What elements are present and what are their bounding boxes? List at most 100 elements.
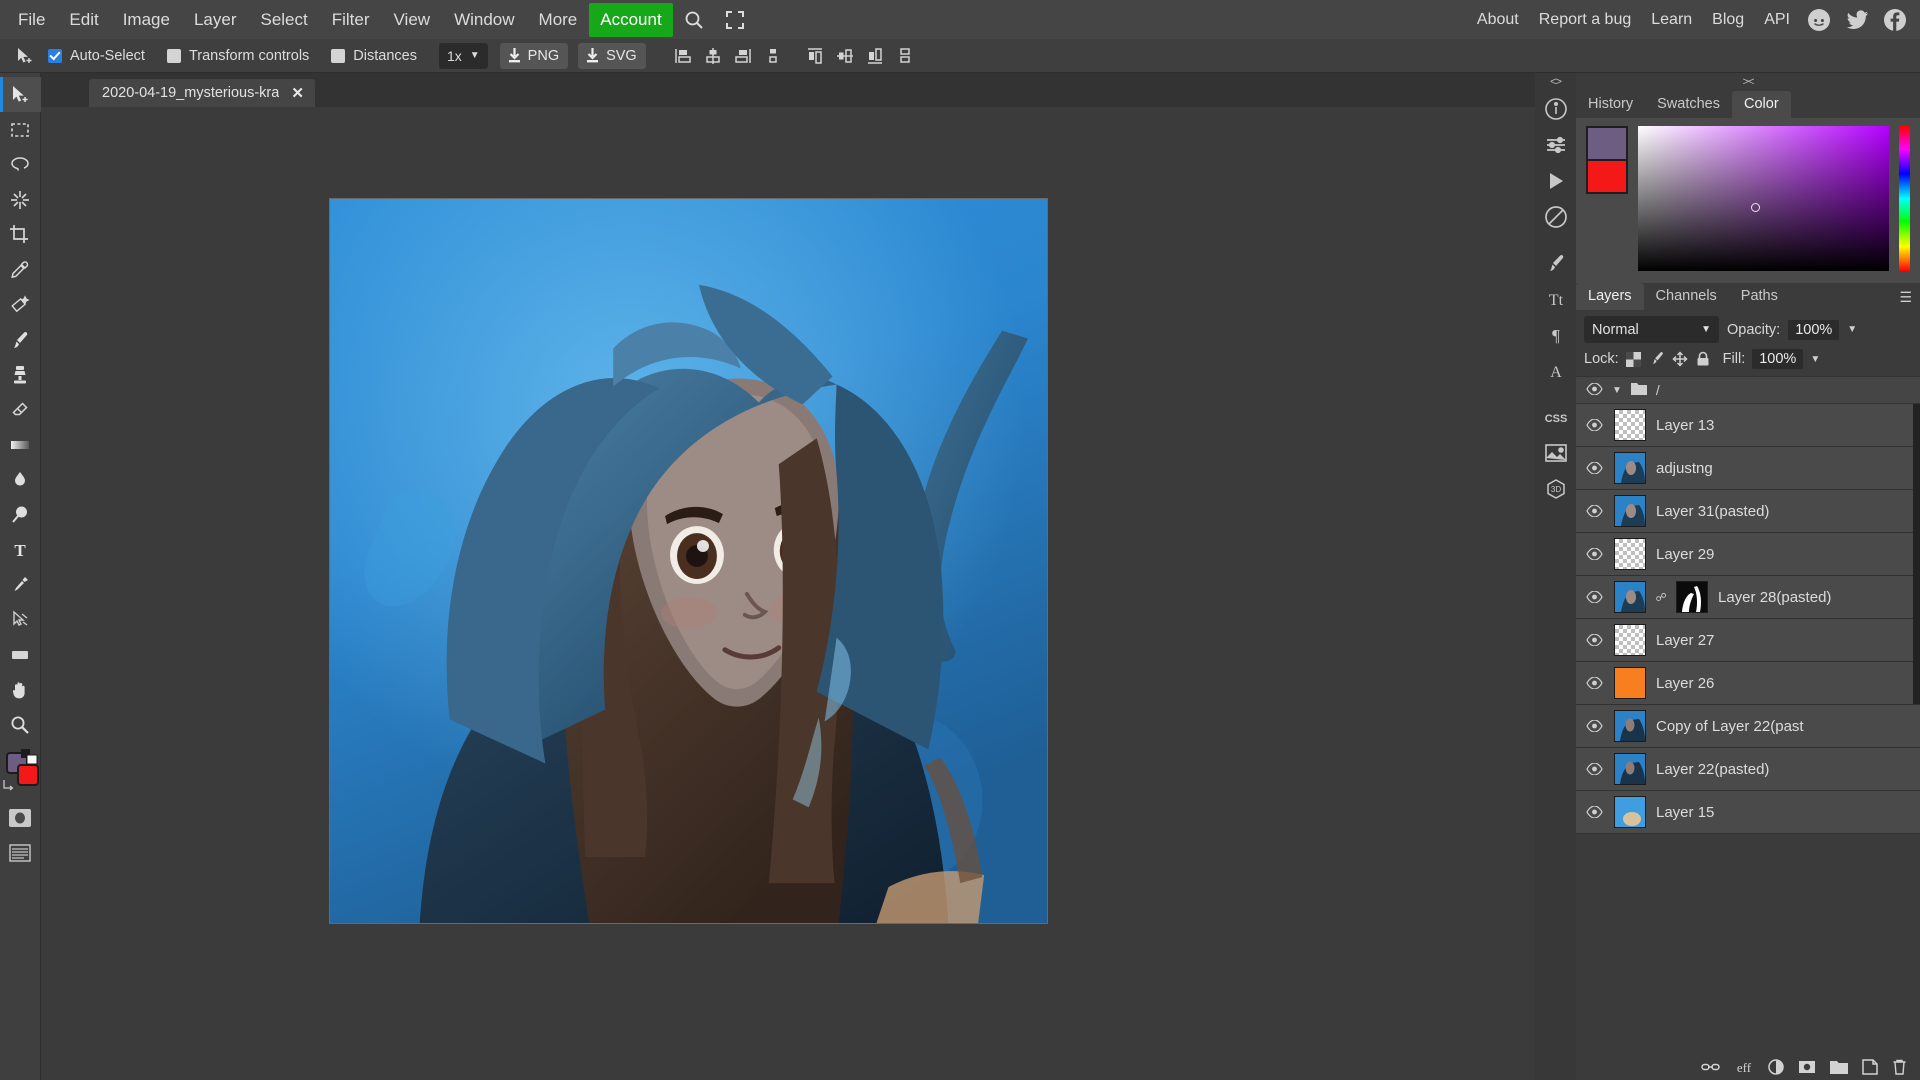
distances-checkbox[interactable]: Distances	[331, 48, 417, 64]
distribute-vertical-icon[interactable]	[892, 43, 918, 69]
character-icon[interactable]: Tt	[1535, 281, 1576, 317]
table-row[interactable]: Layer 31(pasted)	[1576, 490, 1920, 533]
tab-paths[interactable]: Paths	[1729, 283, 1790, 310]
table-row[interactable]: Layer 27	[1576, 619, 1920, 662]
layer-mask-icon[interactable]	[1798, 1060, 1816, 1074]
layer-thumbnail[interactable]	[1614, 796, 1646, 828]
color-field-marker[interactable]	[1750, 202, 1760, 212]
menu-filter[interactable]: Filter	[320, 3, 382, 37]
eye-icon[interactable]	[1584, 591, 1604, 603]
color-field[interactable]	[1638, 126, 1889, 271]
eye-icon[interactable]	[1584, 720, 1604, 732]
layer-effects-icon[interactable]: eff	[1734, 1060, 1754, 1074]
layer-thumbnail[interactable]	[1614, 624, 1646, 656]
brush-presets-icon[interactable]	[1535, 245, 1576, 281]
eye-icon[interactable]	[1584, 677, 1604, 689]
paragraph-icon[interactable]: ¶	[1535, 317, 1576, 353]
layer-thumbnail[interactable]	[1614, 409, 1646, 441]
color-swatches[interactable]	[0, 748, 41, 794]
fill-caret-icon[interactable]: ▼	[1810, 354, 1820, 365]
lasso-tool[interactable]	[0, 147, 41, 182]
move-tool[interactable]	[0, 77, 41, 112]
menu-api[interactable]: API	[1754, 4, 1800, 36]
tab-channels[interactable]: Channels	[1644, 283, 1729, 310]
eye-icon[interactable]	[1584, 548, 1604, 560]
eye-icon[interactable]	[1584, 806, 1604, 818]
blend-mode-select[interactable]: Normal ▼	[1584, 316, 1719, 343]
rail-collapse-icon[interactable]: <>	[1550, 73, 1562, 91]
zoom-tool[interactable]	[0, 707, 41, 742]
table-row[interactable]: Layer 26	[1576, 662, 1920, 705]
menu-report-a-bug[interactable]: Report a bug	[1529, 4, 1642, 36]
new-layer-icon[interactable]	[1862, 1058, 1878, 1075]
layer-name[interactable]: Layer 31(pasted)	[1656, 503, 1769, 520]
layer-thumbnail[interactable]	[1614, 538, 1646, 570]
eye-icon[interactable]	[1584, 462, 1604, 474]
layer-name[interactable]: Layer 27	[1656, 632, 1714, 649]
twitter-icon[interactable]	[1845, 8, 1869, 32]
layer-thumbnail[interactable]	[1614, 667, 1646, 699]
reddit-icon[interactable]	[1807, 8, 1831, 32]
background-color-swatch[interactable]	[16, 764, 39, 786]
opacity-value[interactable]: 100%	[1788, 319, 1840, 340]
css-icon[interactable]: CSS	[1535, 399, 1576, 435]
eye-icon[interactable]	[1584, 419, 1604, 431]
align-right-icon[interactable]	[730, 43, 756, 69]
swap-colors-icon[interactable]	[2, 778, 16, 792]
fill-value[interactable]: 100%	[1752, 349, 1804, 369]
tab-layers[interactable]: Layers	[1576, 283, 1644, 310]
layer-list[interactable]: Layer 13 adjustng Layer 31(pasted) Layer…	[1576, 404, 1920, 1053]
type-tool[interactable]: T	[0, 532, 41, 567]
layer-thumbnail[interactable]	[1614, 710, 1646, 742]
table-row[interactable]: Layer 22(pasted)	[1576, 748, 1920, 791]
lock-all-icon[interactable]	[1695, 351, 1711, 367]
auto-select-checkbox-box[interactable]	[48, 48, 62, 63]
link-layers-icon[interactable]	[1701, 1061, 1720, 1073]
new-group-icon[interactable]	[1830, 1060, 1848, 1074]
eye-icon[interactable]	[1584, 634, 1604, 646]
hue-slider[interactable]	[1899, 126, 1910, 271]
align-center-horizontal-icon[interactable]	[700, 43, 726, 69]
dodge-tool[interactable]	[0, 497, 41, 532]
hand-tool[interactable]	[0, 672, 41, 707]
pen-tool[interactable]	[0, 567, 41, 602]
color-panel-foreground-swatch[interactable]	[1586, 126, 1628, 160]
layer-group-row[interactable]: ▼ /	[1576, 376, 1920, 404]
rectangle-tool[interactable]	[0, 637, 41, 672]
actions-play-icon[interactable]	[1535, 163, 1576, 199]
table-row[interactable]: Layer 15	[1576, 791, 1920, 834]
eye-icon[interactable]	[1584, 763, 1604, 775]
align-bottom-icon[interactable]	[862, 43, 888, 69]
move-tool-icon[interactable]	[8, 42, 42, 70]
lock-image-icon[interactable]	[1649, 351, 1665, 367]
image-icon[interactable]	[1535, 435, 1576, 471]
table-row[interactable]: Layer 29	[1576, 533, 1920, 576]
layer-thumbnail[interactable]	[1614, 452, 1646, 484]
gradient-tool[interactable]	[0, 427, 41, 462]
distribute-horizontal-icon[interactable]	[760, 43, 786, 69]
facebook-icon[interactable]	[1883, 8, 1907, 32]
layer-list-scrollbar[interactable]	[1913, 404, 1920, 704]
opacity-caret-icon[interactable]: ▼	[1847, 324, 1857, 335]
layer-name[interactable]: Layer 15	[1656, 804, 1714, 821]
chevron-down-icon[interactable]: ▼	[1612, 385, 1622, 396]
glyphs-icon[interactable]: A	[1535, 353, 1576, 389]
transform-controls-checkbox[interactable]: Transform controls	[166, 48, 309, 64]
export-svg-button[interactable]: SVG	[578, 42, 646, 69]
brush-tool[interactable]	[0, 322, 41, 357]
account-button[interactable]: Account	[589, 2, 673, 37]
lock-position-icon[interactable]	[1672, 351, 1688, 367]
menu-image[interactable]: Image	[111, 3, 182, 37]
table-row[interactable]: adjustng	[1576, 447, 1920, 490]
align-top-icon[interactable]	[802, 43, 828, 69]
clone-stamp-tool[interactable]	[0, 357, 41, 392]
layer-thumbnail[interactable]	[1614, 581, 1646, 613]
layer-mask-thumbnail[interactable]	[1676, 581, 1708, 613]
default-colors-icon[interactable]	[20, 749, 38, 765]
menu-window[interactable]: Window	[442, 3, 526, 37]
canvas-viewport[interactable]	[41, 107, 1535, 1080]
layer-name[interactable]: Copy of Layer 22(past	[1656, 718, 1804, 735]
3d-icon[interactable]: 3D	[1535, 471, 1576, 507]
eye-icon[interactable]	[1584, 505, 1604, 517]
eyedropper-tool[interactable]	[0, 252, 41, 287]
